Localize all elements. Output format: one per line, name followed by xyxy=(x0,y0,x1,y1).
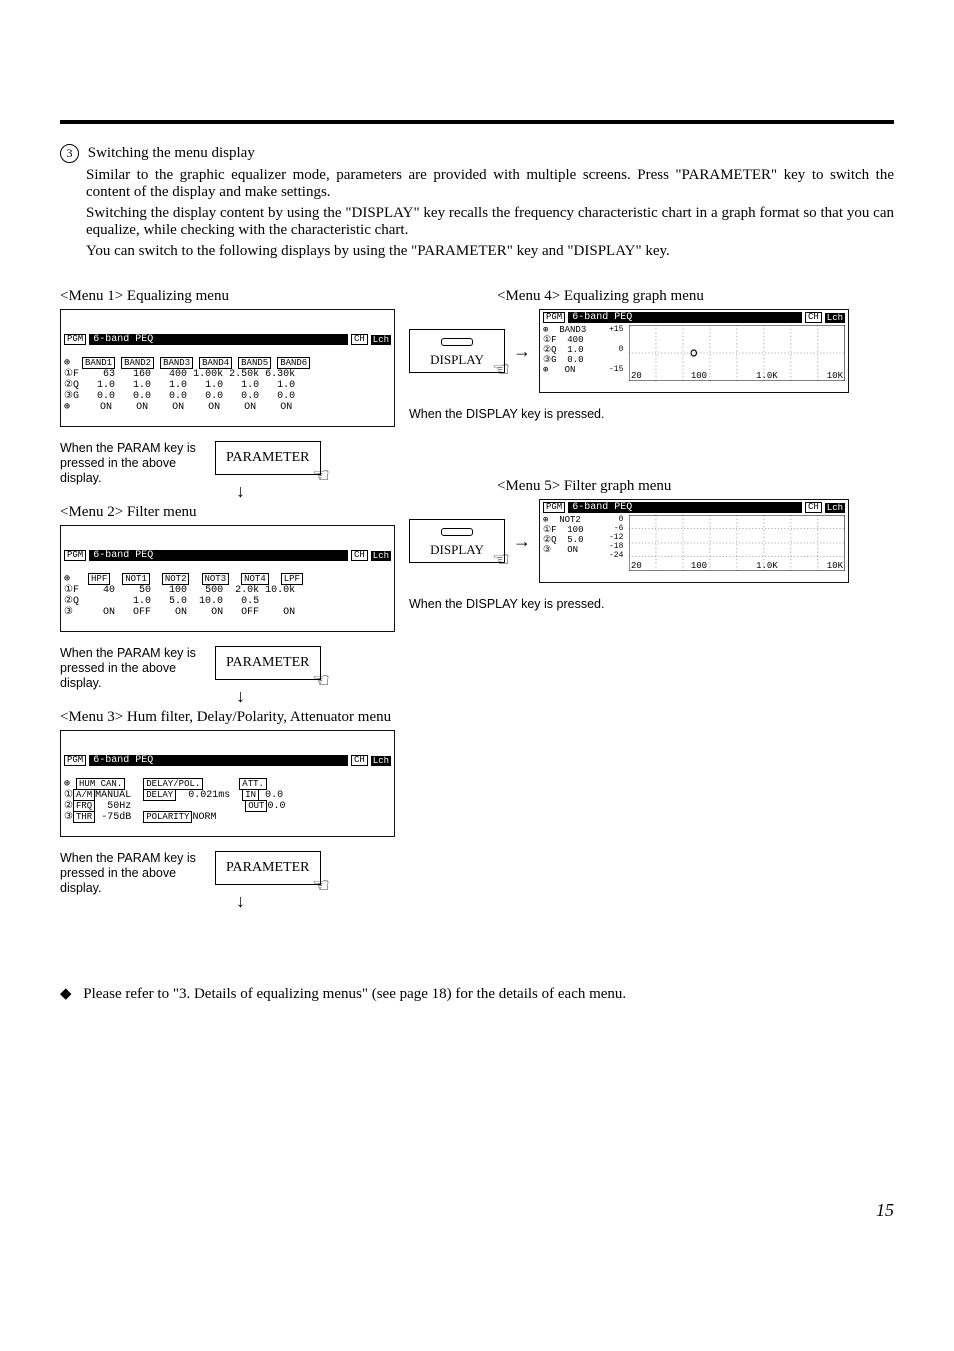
menu4-lcd: PGM 6-band PEQ CH Lch ⊕ BAND3 ①F 400 ②Q … xyxy=(539,309,849,393)
parameter-key-1[interactable]: PARAMETER ☞ ↓ xyxy=(215,441,321,475)
section-rule xyxy=(60,120,894,124)
y-axis: +15 0 -15 xyxy=(609,325,629,371)
menu2-lcd: PGM 6-band PEQ CH Lch ⊕ HPF NOT1 NOT2 NO… xyxy=(60,525,395,632)
step-heading: 3 Switching the menu display xyxy=(60,144,894,163)
menu5-label: <Menu 5> Filter graph menu xyxy=(497,478,849,495)
display-key-1[interactable]: DISPLAY ☞ xyxy=(409,329,505,373)
pointing-hand-icon: ☞ xyxy=(312,463,330,488)
parameter-key-3[interactable]: PARAMETER ☞ ↓ xyxy=(215,851,321,885)
step-number-circle: 3 xyxy=(60,144,79,163)
lcd-body: ⊕ HPF NOT1 NOT2 NOT3 NOT4 LPF ①F 40 50 1… xyxy=(64,574,303,618)
arrow-down-icon: ↓ xyxy=(236,686,245,707)
ch-tag: CH xyxy=(351,334,368,345)
diamond-bullet-icon: ◆ xyxy=(60,986,72,1002)
paragraph-3: You can switch to the following displays… xyxy=(86,243,894,260)
menu4-note: When the DISPLAY key is pressed. xyxy=(409,407,849,422)
pointing-hand-icon: ☞ xyxy=(492,547,510,572)
lcd-body: ⊕ BAND1 BAND2 BAND3 BAND4 BAND5 BAND6 ①F… xyxy=(64,358,310,413)
y-axis: 0 -6 -12 -18 -24 xyxy=(609,515,629,561)
step-title: Switching the menu display xyxy=(88,145,255,161)
menu1-note: When the PARAM key is pressed in the abo… xyxy=(60,441,205,486)
lcd-title: 6-band PEQ xyxy=(89,334,348,345)
paragraph-2: Switching the display content by using t… xyxy=(86,205,894,239)
pointing-hand-icon: ☞ xyxy=(492,357,510,382)
menu1-label: <Menu 1> Equalizing menu xyxy=(60,288,395,305)
menu1-lcd: PGM 6-band PEQ CH Lch ⊕ BAND1 BAND2 BAND… xyxy=(60,309,395,427)
page-number: 15 xyxy=(876,1200,894,1221)
footer-note: ◆ Please refer to "3. Details of equaliz… xyxy=(60,984,894,1003)
arrow-down-icon: ↓ xyxy=(236,891,245,912)
key-slot-icon xyxy=(441,528,473,536)
menu2-label: <Menu 2> Filter menu xyxy=(60,504,395,521)
menu5-lcd: PGM 6-band PEQ CH Lch ⊕ NOT2 ①F 100 ②Q 5… xyxy=(539,499,849,583)
key-slot-icon xyxy=(441,338,473,346)
menu4-label: <Menu 4> Equalizing graph menu xyxy=(497,288,849,305)
menu5-note: When the DISPLAY key is pressed. xyxy=(409,597,849,612)
paragraph-1: Similar to the graphic equalizer mode, p… xyxy=(86,167,894,201)
graph-side-info: ⊕ BAND3 ①F 400 ②Q 1.0 ③G 0.0 ⊕ ON xyxy=(543,325,605,390)
filter-graph xyxy=(629,515,845,571)
pointing-hand-icon: ☞ xyxy=(312,873,330,898)
graph-side-info: ⊕ NOT2 ①F 100 ②Q 5.0 ③ ON xyxy=(543,515,605,580)
menu3-lcd: PGM 6-band PEQ CH Lch ⊕ HUM CAN. DELAY/P… xyxy=(60,730,395,837)
arrow-right-icon: → xyxy=(513,341,531,362)
lcd-body: ⊕ HUM CAN. DELAY/POL. ATT. ①A/MMANUAL DE… xyxy=(64,779,285,823)
pgm-tag: PGM xyxy=(64,334,86,345)
pointing-hand-icon: ☞ xyxy=(312,668,330,693)
arrow-right-icon: → xyxy=(513,531,531,552)
display-key-2[interactable]: DISPLAY ☞ xyxy=(409,519,505,563)
parameter-key-2[interactable]: PARAMETER ☞ ↓ xyxy=(215,646,321,680)
arrow-down-icon: ↓ xyxy=(236,481,245,502)
freq-graph xyxy=(629,325,845,381)
menu3-note: When the PARAM key is pressed in the abo… xyxy=(60,851,205,896)
menu3-label: <Menu 3> Hum filter, Delay/Polarity, Att… xyxy=(60,709,395,726)
menu2-note: When the PARAM key is pressed in the abo… xyxy=(60,646,205,691)
ch-val: Lch xyxy=(371,335,391,345)
